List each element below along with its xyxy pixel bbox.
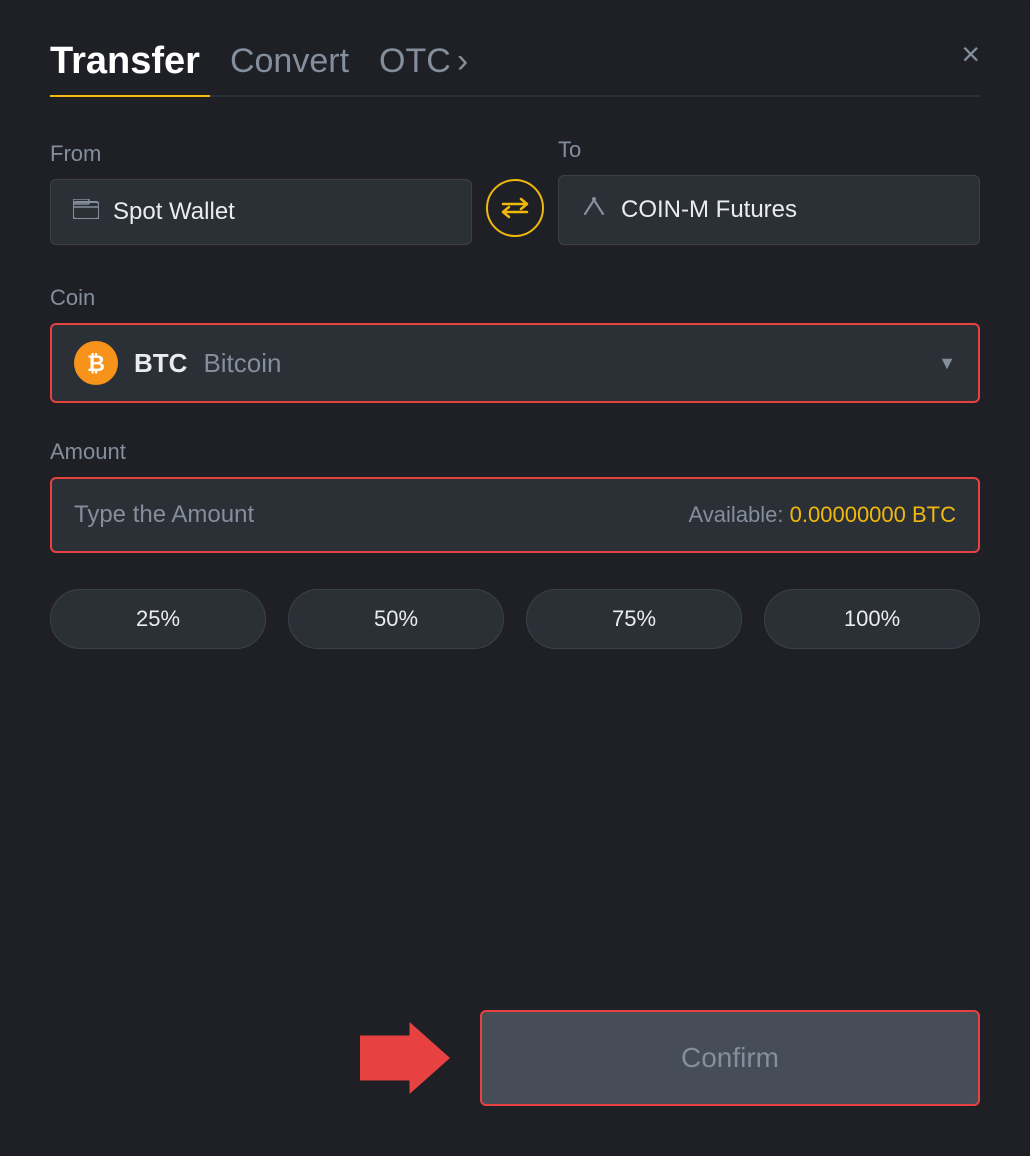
arrow-indicator xyxy=(360,1018,450,1098)
from-section: From Spot Wallet xyxy=(50,141,472,245)
from-label: From xyxy=(50,141,472,167)
wallet-icon xyxy=(73,199,99,225)
available-text: Available: 0.00000000 BTC xyxy=(689,502,956,528)
bottom-area: Confirm xyxy=(50,990,980,1106)
tab-underline xyxy=(50,95,980,97)
coin-symbol: BTC xyxy=(134,348,187,379)
swap-container xyxy=(472,179,558,245)
to-section: To COIN-M Futures xyxy=(558,137,980,245)
amount-input-row: Available: 0.00000000 BTC xyxy=(50,477,980,553)
coin-dropdown-arrow: ▼ xyxy=(938,353,956,374)
pct-25-button[interactable]: 25% xyxy=(50,589,266,649)
percentage-row: 25% 50% 75% 100% xyxy=(50,589,980,649)
tab-transfer[interactable]: Transfer xyxy=(50,40,200,95)
from-wallet-name: Spot Wallet xyxy=(113,198,235,226)
tab-convert[interactable]: Convert xyxy=(230,42,349,93)
svg-text:₿: ₿ xyxy=(87,351,105,376)
amount-label: Amount xyxy=(50,439,980,465)
swap-button[interactable] xyxy=(486,179,544,237)
amount-section: Amount Available: 0.00000000 BTC xyxy=(50,439,980,553)
pct-75-button[interactable]: 75% xyxy=(526,589,742,649)
coin-section: Coin ₿ BTC Bitcoin ▼ xyxy=(50,285,980,403)
tab-otc[interactable]: OTC › xyxy=(379,42,468,93)
confirm-button[interactable]: Confirm xyxy=(480,1010,980,1106)
amount-input[interactable] xyxy=(74,501,689,529)
pct-100-button[interactable]: 100% xyxy=(764,589,980,649)
coin-selector[interactable]: ₿ BTC Bitcoin ▼ xyxy=(50,323,980,403)
coin-name: Bitcoin xyxy=(203,348,281,379)
futures-icon xyxy=(581,194,607,226)
pct-50-button[interactable]: 50% xyxy=(288,589,504,649)
close-button[interactable]: × xyxy=(961,38,980,70)
tabs-header: Transfer Convert OTC › xyxy=(50,40,980,95)
to-wallet-selector[interactable]: COIN-M Futures xyxy=(558,175,980,245)
coin-label: Coin xyxy=(50,285,980,311)
from-wallet-selector[interactable]: Spot Wallet xyxy=(50,179,472,245)
tab-underline-active xyxy=(50,95,210,97)
transfer-modal: × Transfer Convert OTC › From Spo xyxy=(0,0,1030,1156)
btc-icon: ₿ xyxy=(74,341,118,385)
to-label: To xyxy=(558,137,980,163)
from-to-row: From Spot Wallet xyxy=(50,137,980,245)
available-value: 0.00000000 BTC xyxy=(790,502,956,527)
to-wallet-name: COIN-M Futures xyxy=(621,196,797,224)
